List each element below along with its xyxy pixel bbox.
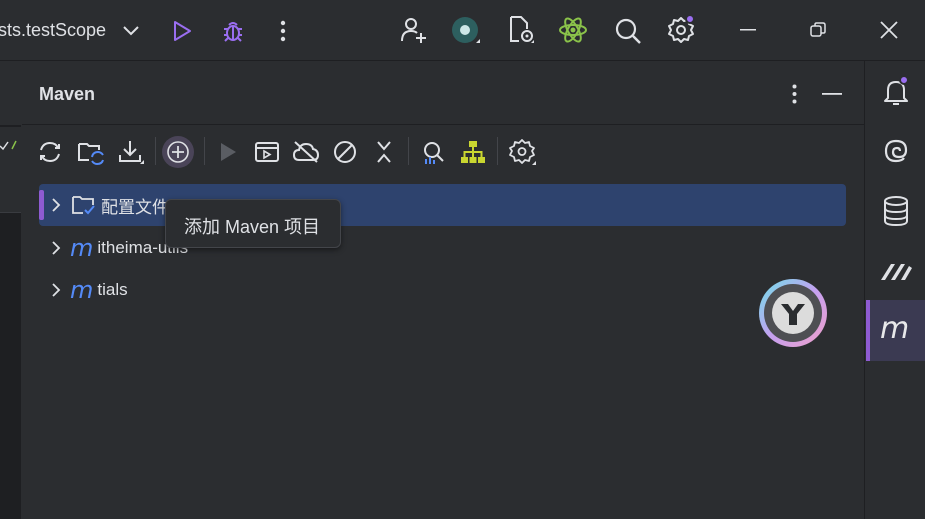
tree-item-tials[interactable]: m tials: [39, 269, 846, 311]
toolbar-separator: [408, 137, 409, 165]
hide-panel-icon[interactable]: [820, 82, 844, 106]
maven-m-icon: m: [70, 276, 94, 304]
search-icon[interactable]: [613, 16, 643, 46]
add-maven-project-button[interactable]: [162, 136, 194, 168]
database-icon[interactable]: [880, 195, 912, 227]
toolbar-separator: [155, 137, 156, 165]
active-indicator: [866, 300, 870, 361]
tree-item-label: 配置文件: [101, 197, 169, 217]
right-tool-bar: [864, 61, 925, 519]
record-icon[interactable]: [450, 15, 482, 47]
profiles-folder-icon: [71, 193, 97, 217]
close-icon[interactable]: [877, 18, 901, 42]
notification-badge-icon: [899, 75, 909, 85]
tree-item-itheima-utils[interactable]: m itheima-utils: [39, 227, 846, 269]
toolbar-separator: [204, 137, 205, 165]
download-icon[interactable]: [116, 137, 146, 167]
tree-item-label: tials: [97, 280, 128, 299]
editor-edge: [0, 61, 21, 519]
chevron-down-icon[interactable]: [120, 20, 142, 42]
maven-settings-icon[interactable]: [508, 137, 538, 167]
chevron-right-icon[interactable]: [45, 198, 67, 212]
show-diagram-icon[interactable]: [459, 138, 487, 166]
chevron-right-icon[interactable]: [45, 283, 67, 297]
folder-sync-icon[interactable]: [76, 137, 106, 167]
run-config-selector[interactable]: sts.testScope: [0, 20, 106, 41]
settings-badge-icon: [685, 14, 695, 24]
more-vertical-icon[interactable]: [273, 18, 293, 44]
maven-icon: m: [880, 311, 910, 346]
toolbar-separator: [497, 137, 498, 165]
minimize-icon[interactable]: [736, 18, 760, 42]
restore-icon[interactable]: [806, 18, 830, 42]
execute-goal-icon[interactable]: [253, 138, 281, 166]
panel-more-icon[interactable]: [784, 82, 804, 106]
chevron-right-icon[interactable]: [45, 241, 67, 255]
tree-item-profiles[interactable]: 配置文件: [39, 184, 846, 226]
maven-m-icon: m: [70, 234, 94, 262]
tooltip: 添加 Maven 项目: [165, 199, 341, 248]
debug-icon[interactable]: [219, 17, 247, 45]
reload-icon[interactable]: [36, 138, 64, 166]
offline-icon[interactable]: [291, 138, 321, 166]
title-bar: sts.testScope: [0, 0, 925, 61]
analyze-dependencies-icon[interactable]: [419, 138, 447, 166]
brand-stripes-icon[interactable]: [878, 256, 914, 286]
run-icon[interactable]: [170, 18, 194, 44]
add-user-icon[interactable]: [397, 15, 429, 45]
maven-tool-button[interactable]: m: [866, 300, 925, 361]
ai-swirl-icon[interactable]: [880, 135, 912, 167]
panel-title: Maven: [39, 84, 96, 104]
panel-header: Maven: [22, 62, 864, 125]
file-settings-icon[interactable]: [506, 14, 536, 46]
selection-indicator: [39, 190, 44, 220]
run-maven-build-icon[interactable]: [215, 138, 241, 166]
collapse-all-icon[interactable]: [371, 138, 397, 166]
skip-tests-icon[interactable]: [331, 138, 359, 166]
atom-icon[interactable]: [557, 14, 589, 46]
assistant-floating-icon[interactable]: [757, 277, 829, 349]
